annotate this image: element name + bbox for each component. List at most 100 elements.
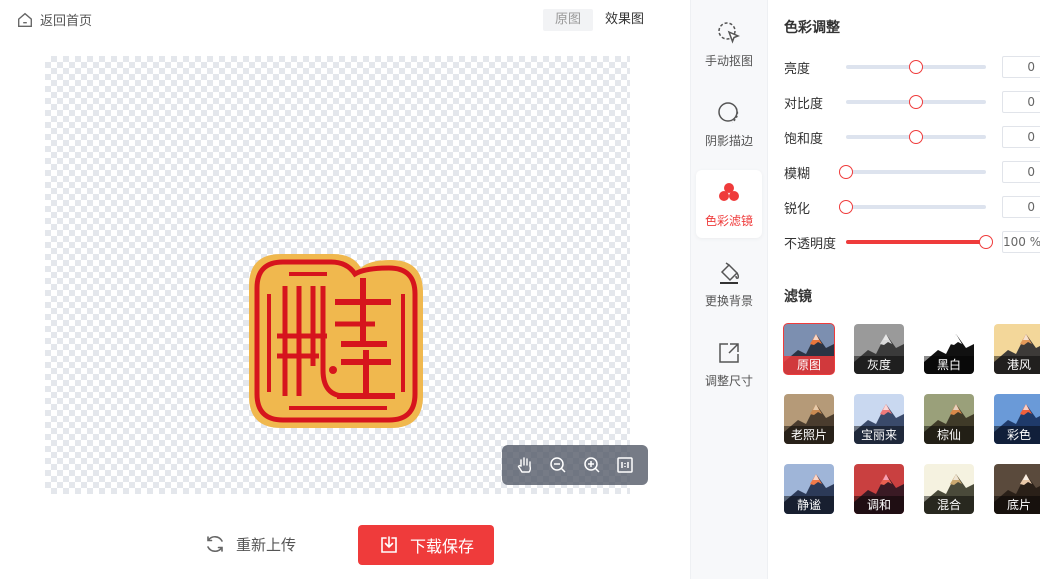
tool-rail: 手动抠图 阴影描边 色彩滤镜 更换背景 调整尺寸 bbox=[690, 0, 768, 579]
adjust-panel: 色彩调整 亮度 0 对比度 0 饱和度 0 模糊 0 锐化 0 不透明度 100… bbox=[769, 0, 1040, 579]
adjust-label: 亮度 bbox=[784, 61, 811, 77]
zoom-out-button[interactable] bbox=[546, 453, 570, 477]
adjust-row-opacity: 不透明度 100 % bbox=[784, 231, 1040, 253]
slider-track bbox=[846, 205, 986, 209]
filters-title: 滤镜 bbox=[784, 289, 812, 305]
refresh-icon bbox=[207, 535, 223, 553]
adjust-row-blur: 模糊 0 bbox=[784, 161, 1040, 183]
zoom-in-button[interactable] bbox=[580, 453, 604, 477]
slider-knob[interactable] bbox=[979, 235, 993, 249]
download-button[interactable]: 下载保存 bbox=[358, 525, 494, 565]
filter-4[interactable]: 老照片 bbox=[784, 394, 834, 444]
filter-6[interactable]: 棕仙 bbox=[924, 394, 974, 444]
tool-label: 色彩滤镜 bbox=[704, 213, 753, 228]
preview-area: 返回首页 原图 效果图 重新上传 下载保存 bbox=[0, 0, 690, 579]
tool-label: 阴影描边 bbox=[704, 133, 753, 148]
adjust-row-sharpen: 锐化 0 bbox=[784, 196, 1040, 218]
tool-shadow-outline[interactable]: 阴影描边 bbox=[696, 90, 762, 158]
filter-9[interactable]: 调和 bbox=[854, 464, 904, 514]
tab-result[interactable]: 效果图 bbox=[593, 9, 656, 31]
saturation-value[interactable]: 0 bbox=[1002, 126, 1040, 148]
filter-1[interactable]: 灰度 bbox=[854, 324, 904, 374]
adjust-row-contrast: 对比度 0 bbox=[784, 91, 1040, 113]
brightness-value[interactable]: 0 bbox=[1002, 56, 1040, 78]
slider-knob[interactable] bbox=[839, 165, 853, 179]
slider-knob[interactable] bbox=[839, 200, 853, 214]
tool-color-filter[interactable]: 色彩滤镜 bbox=[696, 170, 762, 238]
opacity-value[interactable]: 100 % bbox=[1002, 231, 1040, 253]
saturation-slider[interactable] bbox=[846, 126, 986, 148]
view-toggle: 原图 效果图 bbox=[543, 9, 656, 31]
image-canvas[interactable] bbox=[45, 56, 630, 494]
brightness-slider[interactable] bbox=[846, 56, 986, 78]
tool-label: 手动抠图 bbox=[704, 53, 753, 68]
zoom-out-icon bbox=[550, 457, 566, 473]
filter-name: 宝丽来 bbox=[854, 426, 904, 444]
back-home-button[interactable]: 返回首页 bbox=[16, 10, 92, 29]
filter-name: 老照片 bbox=[784, 426, 834, 444]
filter-name: 调和 bbox=[854, 496, 904, 514]
slider-knob[interactable] bbox=[909, 130, 923, 144]
reupload-label: 重新上传 bbox=[236, 535, 297, 554]
adjust-label: 饱和度 bbox=[784, 131, 824, 147]
filter-name: 静谧 bbox=[784, 496, 834, 514]
tool-label: 更换背景 bbox=[704, 293, 753, 308]
back-home-label: 返回首页 bbox=[40, 14, 93, 29]
tool-label: 调整尺寸 bbox=[704, 373, 753, 388]
tool-change-background[interactable]: 更换背景 bbox=[696, 250, 762, 318]
fit-icon bbox=[617, 457, 633, 473]
contrast-value[interactable]: 0 bbox=[1002, 91, 1040, 113]
filter-name: 底片 bbox=[994, 496, 1040, 514]
shadow-outline-icon bbox=[718, 101, 739, 123]
slider-knob[interactable] bbox=[909, 95, 923, 109]
contrast-slider[interactable] bbox=[846, 91, 986, 113]
filter-name: 混合 bbox=[924, 496, 974, 514]
adjust-label: 锐化 bbox=[784, 201, 811, 217]
tab-original[interactable]: 原图 bbox=[543, 9, 594, 31]
download-label: 下载保存 bbox=[409, 537, 474, 556]
adjust-row-saturation: 饱和度 0 bbox=[784, 126, 1040, 148]
filter-name: 灰度 bbox=[854, 356, 904, 374]
filter-grid: 原图 灰度 黑白 港风老照片 宝丽来 棕仙 彩色静谧 调和 混合 底片 bbox=[783, 323, 1040, 524]
slider-track bbox=[846, 170, 986, 174]
adjust-label: 不透明度 bbox=[784, 236, 837, 252]
filter-11[interactable]: 底片 bbox=[994, 464, 1040, 514]
blur-value[interactable]: 0 bbox=[1002, 161, 1040, 183]
filter-8[interactable]: 静谧 bbox=[784, 464, 834, 514]
tool-resize[interactable]: 调整尺寸 bbox=[696, 330, 762, 398]
zoom-in-icon bbox=[584, 457, 600, 473]
filter-10[interactable]: 混合 bbox=[924, 464, 974, 514]
filter-name: 棕仙 bbox=[924, 426, 974, 444]
blur-slider[interactable] bbox=[839, 161, 986, 183]
seal-image bbox=[249, 254, 423, 428]
reupload-button[interactable]: 重新上传 bbox=[204, 533, 296, 555]
filter-name: 黑白 bbox=[924, 356, 974, 374]
filter-3[interactable]: 港风 bbox=[994, 324, 1040, 374]
adjust-row-brightness: 亮度 0 bbox=[784, 56, 1040, 78]
download-icon bbox=[381, 536, 397, 553]
filter-7[interactable]: 彩色 bbox=[994, 394, 1040, 444]
home-icon bbox=[18, 12, 32, 27]
hand-icon bbox=[517, 457, 531, 473]
filter-2[interactable]: 黑白 bbox=[924, 324, 974, 374]
adjust-label: 对比度 bbox=[784, 96, 824, 112]
opacity-slider[interactable] bbox=[846, 231, 993, 253]
sharpen-slider[interactable] bbox=[839, 196, 986, 218]
zoom-toolbar bbox=[502, 445, 648, 485]
slider-knob[interactable] bbox=[909, 60, 923, 74]
paint-bucket-icon bbox=[720, 261, 740, 284]
filter-name: 原图 bbox=[784, 356, 834, 374]
filter-name: 港风 bbox=[994, 356, 1040, 374]
hand-tool-button[interactable] bbox=[513, 453, 537, 477]
filter-5[interactable]: 宝丽来 bbox=[854, 394, 904, 444]
resize-icon bbox=[719, 342, 739, 363]
color-adjust-title: 色彩调整 bbox=[784, 20, 840, 36]
adjust-label: 模糊 bbox=[784, 166, 811, 182]
slider-fill bbox=[846, 240, 986, 244]
fit-button[interactable] bbox=[613, 453, 637, 477]
color-filter-icon bbox=[719, 182, 739, 201]
cursor-select-icon bbox=[718, 21, 740, 44]
tool-manual-cutout[interactable]: 手动抠图 bbox=[696, 10, 762, 78]
sharpen-value[interactable]: 0 bbox=[1002, 196, 1040, 218]
filter-0[interactable]: 原图 bbox=[783, 323, 835, 375]
